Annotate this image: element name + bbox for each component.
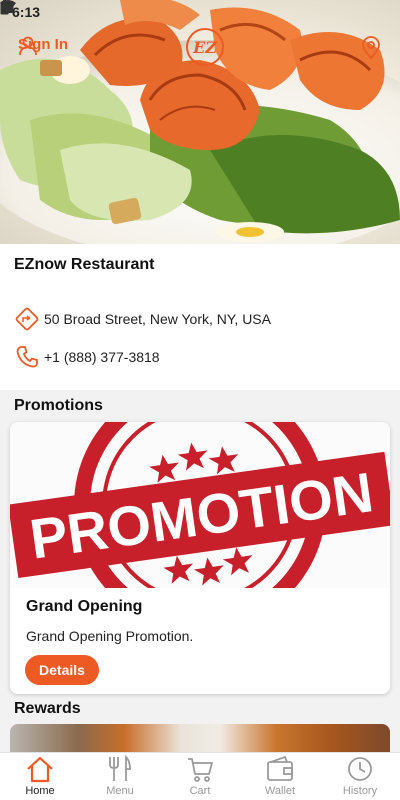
nav-home-label: Home <box>25 785 55 797</box>
restaurant-info: EZnow Restaurant 50 Broad Street, New Yo… <box>0 244 400 390</box>
phone-icon <box>16 346 38 368</box>
rewards-card-image[interactable] <box>10 724 390 754</box>
svg-text:PRO: PRO <box>152 422 221 426</box>
restaurant-name: EZnow Restaurant <box>14 256 155 273</box>
nav-history[interactable]: History <box>320 753 400 800</box>
user-icon <box>19 36 37 56</box>
nav-cart-label: Cart <box>189 785 211 797</box>
address-row[interactable]: 50 Broad Street, New York, NY, USA <box>14 306 271 332</box>
wallet-icon <box>267 755 293 781</box>
nav-wallet-label: Wallet <box>264 785 296 797</box>
promotion-image: PRO PROMOTION <box>10 422 390 588</box>
cart-icon <box>188 758 213 782</box>
promotion-title: Grand Opening <box>26 598 143 615</box>
nav-history-label: History <box>342 785 378 797</box>
address-text: 50 Broad Street, New York, NY, USA <box>44 311 271 327</box>
restaurant-logo: EZ <box>186 28 224 66</box>
promotion-stamp-graphic: PRO PROMOTION <box>10 422 390 588</box>
phone-text: +1 (888) 377-3818 <box>44 349 160 365</box>
rewards-title: Rewards <box>14 700 81 717</box>
nav-menu-label: Menu <box>106 785 134 797</box>
nav-wallet[interactable]: Wallet <box>240 753 320 800</box>
promotion-card[interactable]: PRO PROMOTION Grand Opening Grand Openin… <box>10 422 390 694</box>
utensils-icon <box>109 755 131 781</box>
battery-icon <box>0 0 9 15</box>
hero-banner: 6:13 Sign In EZ <box>0 0 400 244</box>
bottom-navigation: Home Menu Cart Wallet History <box>0 752 400 800</box>
directions-icon <box>15 307 39 331</box>
details-button[interactable]: Details <box>25 655 99 685</box>
map-pin-icon <box>362 36 380 60</box>
nav-cart[interactable]: Cart <box>160 753 240 800</box>
home-icon <box>27 756 53 783</box>
status-bar: 6:13 <box>0 0 400 24</box>
nav-menu[interactable]: Menu <box>80 753 160 800</box>
nav-home[interactable]: Home <box>0 753 80 800</box>
status-time: 6:13 <box>12 4 41 20</box>
phone-row[interactable]: +1 (888) 377-3818 <box>14 344 160 370</box>
history-icon <box>348 757 372 781</box>
sign-in-button[interactable]: Sign In <box>18 36 68 56</box>
logo-text: EZ <box>193 37 217 57</box>
promotion-description: Grand Opening Promotion. <box>26 628 194 644</box>
promotions-title: Promotions <box>14 397 103 414</box>
